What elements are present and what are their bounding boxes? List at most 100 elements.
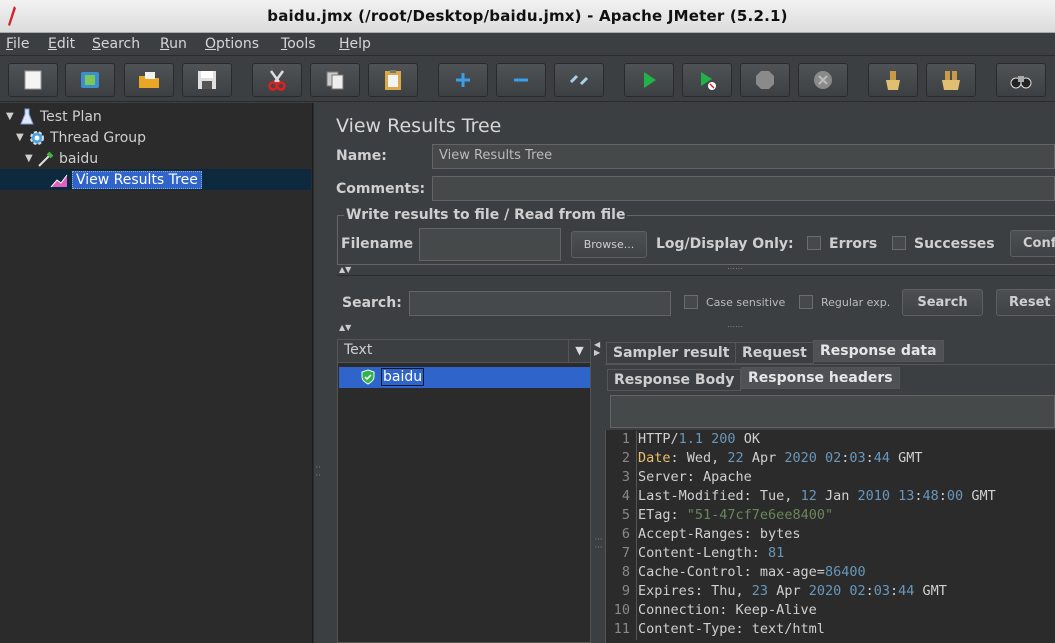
- split-divider-bottom[interactable]: ▲▼ ⋯⋯: [337, 322, 1055, 334]
- collapse-all-button[interactable]: [496, 63, 546, 97]
- write-results-title: Write results to file / Read from file: [344, 207, 628, 223]
- search-submit-button[interactable]: Search: [902, 289, 983, 316]
- code-line: 10 Connection: Keep-Alive: [606, 602, 1055, 621]
- comments-field[interactable]: [432, 176, 1055, 201]
- tab-response-data[interactable]: Response data: [813, 340, 944, 362]
- thread-group-icon: [30, 130, 44, 145]
- copy-button[interactable]: [310, 63, 360, 97]
- window-title: baidu.jmx (/root/Desktop/baidu.jmx) - Ap…: [267, 7, 788, 25]
- menu-file[interactable]: File: [6, 36, 29, 52]
- menu-bar: File Edit Search Run Options Tools Help: [0, 33, 1055, 56]
- errors-label: Errors: [829, 236, 878, 252]
- menu-edit[interactable]: Edit: [48, 36, 75, 52]
- menu-options[interactable]: Options: [205, 36, 259, 52]
- open-icon: [139, 72, 159, 88]
- name-field[interactable]: View Results Tree: [432, 144, 1055, 169]
- shutdown-icon: [814, 71, 832, 89]
- regular-exp-label: Regular exp.: [821, 296, 891, 309]
- search-input[interactable]: [409, 291, 671, 316]
- tree-item-thread-group[interactable]: ▼ Thread Group: [16, 127, 146, 148]
- filename-label: Filename: [341, 236, 414, 252]
- reset-button[interactable]: Reset: [996, 289, 1055, 316]
- menu-help[interactable]: Help: [339, 36, 371, 52]
- browse-button[interactable]: Browse...: [571, 231, 647, 258]
- templates-icon: [81, 72, 99, 88]
- expand-arrow-icon[interactable]: ▼: [16, 132, 28, 143]
- stop-button[interactable]: [740, 63, 790, 97]
- templates-button[interactable]: [65, 63, 115, 97]
- results-splitter[interactable]: ◀ ▶ ⋮⋮: [592, 339, 604, 643]
- case-sensitive-label: Case sensitive: [706, 296, 786, 309]
- dropdown-arrow-icon[interactable]: ▼: [568, 340, 590, 362]
- title-bar: baidu.jmx (/root/Desktop/baidu.jmx) - Ap…: [0, 0, 1055, 33]
- errors-checkbox[interactable]: [807, 236, 821, 250]
- tab-sampler-result[interactable]: Sampler result: [606, 342, 737, 364]
- response-headers-view[interactable]: 1 HTTP/1.1 200 OK 2 Date: Wed, 22 Apr 2020…: [605, 430, 1055, 643]
- response-search-field[interactable]: [610, 395, 1055, 428]
- menu-run[interactable]: Run: [160, 36, 187, 52]
- toggle-button[interactable]: [554, 63, 604, 97]
- start-icon: [644, 72, 656, 88]
- regular-exp-checkbox[interactable]: [799, 295, 813, 309]
- start-button[interactable]: [624, 63, 674, 97]
- stop-icon: [756, 71, 774, 89]
- result-label: baidu: [381, 368, 425, 386]
- panel-heading: View Results Tree: [336, 115, 502, 137]
- toggle-icon: [569, 74, 589, 86]
- save-button[interactable]: [182, 63, 232, 97]
- successes-checkbox[interactable]: [892, 236, 906, 250]
- filename-field[interactable]: [419, 228, 561, 261]
- new-icon: [24, 70, 42, 90]
- tree-item-baidu[interactable]: ▼ baidu: [25, 148, 98, 169]
- save-icon: [198, 71, 216, 89]
- test-plan-icon: [20, 108, 34, 124]
- open-button[interactable]: [124, 63, 174, 97]
- sampler-pipette-icon: [38, 151, 54, 167]
- result-row[interactable]: baidu: [339, 367, 590, 388]
- code-line: 11 Content-Type: text/html: [606, 621, 1055, 640]
- code-line: 7 Content-Length: 81: [606, 545, 1055, 564]
- code-line: 8 Cache-Control: max-age=86400: [606, 564, 1055, 583]
- code-line: 3 Server: Apache: [606, 469, 1055, 488]
- expand-all-button[interactable]: [438, 63, 488, 97]
- configure-button[interactable]: Configure: [1010, 230, 1055, 257]
- new-button[interactable]: [8, 63, 58, 97]
- code-line: 9 Expires: Thu, 23 Apr 2020 02:03:44 GMT: [606, 583, 1055, 602]
- menu-tools[interactable]: Tools: [281, 36, 316, 52]
- minus-icon: [514, 78, 528, 82]
- tree-item-test-plan[interactable]: ▼ Test Plan: [6, 106, 102, 127]
- search-label: Search:: [342, 295, 402, 311]
- tree-splitter[interactable]: ⋮⋮: [313, 103, 324, 643]
- tab-divider: [605, 364, 1055, 365]
- code-line: 4 Last-Modified: Tue, 12 Jan 2010 13:48:0…: [606, 488, 1055, 507]
- listener-chart-icon: [50, 174, 68, 187]
- comments-label: Comments:: [336, 181, 426, 197]
- code-line: 6 Accept-Ranges: bytes: [606, 526, 1055, 545]
- tree-item-label: baidu: [59, 150, 99, 167]
- cut-button[interactable]: [252, 63, 302, 97]
- tab-response-headers[interactable]: Response headers: [741, 367, 900, 389]
- renderer-value: Text: [344, 342, 373, 358]
- renderer-select[interactable]: Text ▼: [338, 340, 590, 363]
- case-sensitive-checkbox[interactable]: [684, 295, 698, 309]
- tab-request[interactable]: Request: [735, 342, 814, 364]
- search-button[interactable]: [996, 63, 1046, 97]
- tree-item-label: Thread Group: [50, 129, 147, 146]
- clear-icon: [886, 71, 900, 90]
- shutdown-button[interactable]: [798, 63, 848, 97]
- menu-search[interactable]: Search: [92, 36, 140, 52]
- tab-response-body[interactable]: Response Body: [607, 369, 742, 391]
- start-no-pauses-button[interactable]: [682, 63, 732, 97]
- split-divider-top[interactable]: ▲▼ ⋯⋯: [337, 264, 1055, 276]
- clear-button[interactable]: [868, 63, 918, 97]
- success-shield-icon: [361, 369, 375, 385]
- expand-arrow-icon[interactable]: ▼: [25, 153, 37, 164]
- paste-button[interactable]: [368, 63, 418, 97]
- code-line: 2 Date: Wed, 22 Apr 2020 02:03:44 GMT: [606, 450, 1055, 469]
- expand-arrow-icon[interactable]: ▼: [6, 111, 18, 122]
- tree-item-view-results-tree[interactable]: View Results Tree: [50, 169, 202, 190]
- toolbar: [0, 56, 1055, 102]
- successes-label: Successes: [914, 236, 995, 252]
- clear-all-button[interactable]: [926, 63, 976, 97]
- code-line: 5 ETag: "51-47cf7e6ee8400": [606, 507, 1055, 526]
